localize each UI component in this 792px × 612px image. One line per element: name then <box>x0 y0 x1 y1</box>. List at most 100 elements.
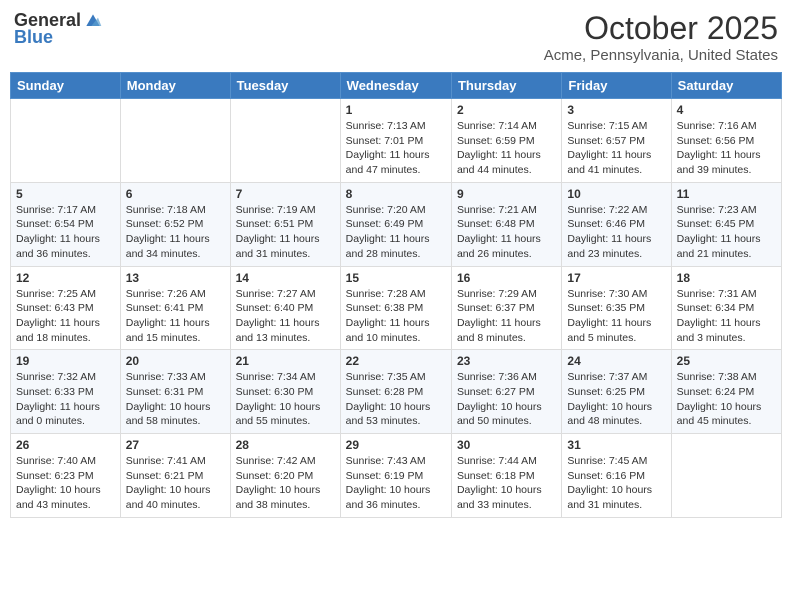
day-number: 28 <box>236 438 335 452</box>
day-number: 31 <box>567 438 665 452</box>
calendar-day-cell: 30 Sunrise: 7:44 AMSunset: 6:18 PMDayligh… <box>451 434 561 518</box>
day-number: 24 <box>567 354 665 368</box>
day-number: 15 <box>346 271 446 285</box>
weekday-header-row: SundayMondayTuesdayWednesdayThursdayFrid… <box>11 73 782 99</box>
logo: General Blue <box>14 10 103 48</box>
calendar-day-cell <box>230 99 340 183</box>
calendar-day-cell: 12 Sunrise: 7:25 AMSunset: 6:43 PMDayligh… <box>11 266 121 350</box>
calendar-day-cell: 15Sunrise: 7:28 AMSunset: 6:38 PMDayligh… <box>340 266 451 350</box>
calendar-day-cell: 19 Sunrise: 7:32 AMSunset: 6:33 PMDayligh… <box>11 350 121 434</box>
day-info: Sunrise: 7:19 AMSunset: 6:51 PMDaylight:… <box>236 203 335 262</box>
day-info: Sunrise: 7:40 AMSunset: 6:23 PMDaylight:… <box>16 454 115 513</box>
day-number: 17 <box>567 271 665 285</box>
day-info: Sunrise: 7:43 AMSunset: 6:19 PMDaylight:… <box>346 454 446 513</box>
logo-icon <box>83 11 103 31</box>
day-number: 16 <box>457 271 556 285</box>
calendar-day-cell: 18 Sunrise: 7:31 AMSunset: 6:34 PMDayligh… <box>671 266 781 350</box>
day-number: 1 <box>346 103 446 117</box>
day-number: 7 <box>236 187 335 201</box>
calendar-day-cell: 1 Sunrise: 7:13 AMSunset: 7:01 PMDaylight… <box>340 99 451 183</box>
calendar-day-cell: 28Sunrise: 7:42 AMSunset: 6:20 PMDayligh… <box>230 434 340 518</box>
calendar-day-cell: 27 Sunrise: 7:41 AMSunset: 6:21 PMDayligh… <box>120 434 230 518</box>
calendar-day-cell: 14 Sunrise: 7:27 AMSunset: 6:40 PMDayligh… <box>230 266 340 350</box>
calendar-day-cell: 8 Sunrise: 7:20 AMSunset: 6:49 PMDaylight… <box>340 182 451 266</box>
calendar-day-cell: 4Sunrise: 7:16 AMSunset: 6:56 PMDaylight… <box>671 99 781 183</box>
weekday-header-monday: Monday <box>120 73 230 99</box>
calendar-day-cell: 11 Sunrise: 7:23 AMSunset: 6:45 PMDayligh… <box>671 182 781 266</box>
calendar-day-cell: 9 Sunrise: 7:21 AMSunset: 6:48 PMDaylight… <box>451 182 561 266</box>
day-info: Sunrise: 7:14 AMSunset: 6:59 PMDaylight:… <box>457 119 556 178</box>
day-info: Sunrise: 7:31 AMSunset: 6:34 PMDaylight:… <box>677 287 776 346</box>
day-info: Sunrise: 7:15 AMSunset: 6:57 PMDaylight:… <box>567 119 665 178</box>
day-info: Sunrise: 7:33 AMSunset: 6:31 PMDaylight:… <box>126 370 225 429</box>
calendar-week-row: 5Sunrise: 7:17 AMSunset: 6:54 PMDaylight… <box>11 182 782 266</box>
day-number: 23 <box>457 354 556 368</box>
calendar-day-cell: 26 Sunrise: 7:40 AMSunset: 6:23 PMDayligh… <box>11 434 121 518</box>
logo-blue-text: Blue <box>14 27 53 48</box>
day-info: Sunrise: 7:18 AMSunset: 6:52 PMDaylight:… <box>126 203 225 262</box>
calendar-day-cell <box>11 99 121 183</box>
day-info: Sunrise: 7:13 AMSunset: 7:01 PMDaylight:… <box>346 119 446 178</box>
day-info: Sunrise: 7:41 AMSunset: 6:21 PMDaylight:… <box>126 454 225 513</box>
day-number: 9 <box>457 187 556 201</box>
calendar-day-cell: 16 Sunrise: 7:29 AMSunset: 6:37 PMDayligh… <box>451 266 561 350</box>
calendar-day-cell: 20 Sunrise: 7:33 AMSunset: 6:31 PMDayligh… <box>120 350 230 434</box>
day-info: Sunrise: 7:23 AMSunset: 6:45 PMDaylight:… <box>677 203 776 262</box>
calendar-day-cell: 5Sunrise: 7:17 AMSunset: 6:54 PMDaylight… <box>11 182 121 266</box>
calendar-day-cell <box>120 99 230 183</box>
day-number: 2 <box>457 103 556 117</box>
calendar-week-row: 12 Sunrise: 7:25 AMSunset: 6:43 PMDayligh… <box>11 266 782 350</box>
day-number: 25 <box>677 354 776 368</box>
calendar-week-row: 26 Sunrise: 7:40 AMSunset: 6:23 PMDayligh… <box>11 434 782 518</box>
day-number: 21 <box>236 354 335 368</box>
calendar-day-cell: 3Sunrise: 7:15 AMSunset: 6:57 PMDaylight… <box>562 99 671 183</box>
calendar-day-cell: 6 Sunrise: 7:18 AMSunset: 6:52 PMDaylight… <box>120 182 230 266</box>
day-number: 8 <box>346 187 446 201</box>
day-info: Sunrise: 7:27 AMSunset: 6:40 PMDaylight:… <box>236 287 335 346</box>
day-number: 18 <box>677 271 776 285</box>
weekday-header-sunday: Sunday <box>11 73 121 99</box>
day-info: Sunrise: 7:45 AMSunset: 6:16 PMDaylight:… <box>567 454 665 513</box>
month-title: October 2025 <box>544 10 778 47</box>
calendar-day-cell: 23Sunrise: 7:36 AMSunset: 6:27 PMDayligh… <box>451 350 561 434</box>
day-info: Sunrise: 7:21 AMSunset: 6:48 PMDaylight:… <box>457 203 556 262</box>
location-title: Acme, Pennsylvania, United States <box>544 47 778 64</box>
day-info: Sunrise: 7:38 AMSunset: 6:24 PMDaylight:… <box>677 370 776 429</box>
day-number: 4 <box>677 103 776 117</box>
day-info: Sunrise: 7:44 AMSunset: 6:18 PMDaylight:… <box>457 454 556 513</box>
title-section: October 2025 Acme, Pennsylvania, United … <box>544 10 778 64</box>
calendar-day-cell: 24 Sunrise: 7:37 AMSunset: 6:25 PMDayligh… <box>562 350 671 434</box>
calendar-day-cell <box>671 434 781 518</box>
day-info: Sunrise: 7:35 AMSunset: 6:28 PMDaylight:… <box>346 370 446 429</box>
weekday-header-saturday: Saturday <box>671 73 781 99</box>
day-number: 27 <box>126 438 225 452</box>
day-info: Sunrise: 7:29 AMSunset: 6:37 PMDaylight:… <box>457 287 556 346</box>
calendar-table: SundayMondayTuesdayWednesdayThursdayFrid… <box>10 72 782 518</box>
day-number: 26 <box>16 438 115 452</box>
day-number: 30 <box>457 438 556 452</box>
calendar-week-row: 19 Sunrise: 7:32 AMSunset: 6:33 PMDayligh… <box>11 350 782 434</box>
calendar-day-cell: 29Sunrise: 7:43 AMSunset: 6:19 PMDayligh… <box>340 434 451 518</box>
day-info: Sunrise: 7:32 AMSunset: 6:33 PMDaylight:… <box>16 370 115 429</box>
day-number: 20 <box>126 354 225 368</box>
weekday-header-friday: Friday <box>562 73 671 99</box>
day-info: Sunrise: 7:30 AMSunset: 6:35 PMDaylight:… <box>567 287 665 346</box>
day-info: Sunrise: 7:34 AMSunset: 6:30 PMDaylight:… <box>236 370 335 429</box>
day-number: 5 <box>16 187 115 201</box>
day-number: 14 <box>236 271 335 285</box>
day-number: 6 <box>126 187 225 201</box>
day-info: Sunrise: 7:20 AMSunset: 6:49 PMDaylight:… <box>346 203 446 262</box>
weekday-header-wednesday: Wednesday <box>340 73 451 99</box>
calendar-day-cell: 22 Sunrise: 7:35 AMSunset: 6:28 PMDayligh… <box>340 350 451 434</box>
calendar-day-cell: 31 Sunrise: 7:45 AMSunset: 6:16 PMDayligh… <box>562 434 671 518</box>
day-info: Sunrise: 7:25 AMSunset: 6:43 PMDaylight:… <box>16 287 115 346</box>
day-number: 11 <box>677 187 776 201</box>
calendar-week-row: 1 Sunrise: 7:13 AMSunset: 7:01 PMDaylight… <box>11 99 782 183</box>
calendar-day-cell: 21 Sunrise: 7:34 AMSunset: 6:30 PMDayligh… <box>230 350 340 434</box>
weekday-header-thursday: Thursday <box>451 73 561 99</box>
day-info: Sunrise: 7:22 AMSunset: 6:46 PMDaylight:… <box>567 203 665 262</box>
day-info: Sunrise: 7:37 AMSunset: 6:25 PMDaylight:… <box>567 370 665 429</box>
day-number: 12 <box>16 271 115 285</box>
day-number: 22 <box>346 354 446 368</box>
day-number: 19 <box>16 354 115 368</box>
